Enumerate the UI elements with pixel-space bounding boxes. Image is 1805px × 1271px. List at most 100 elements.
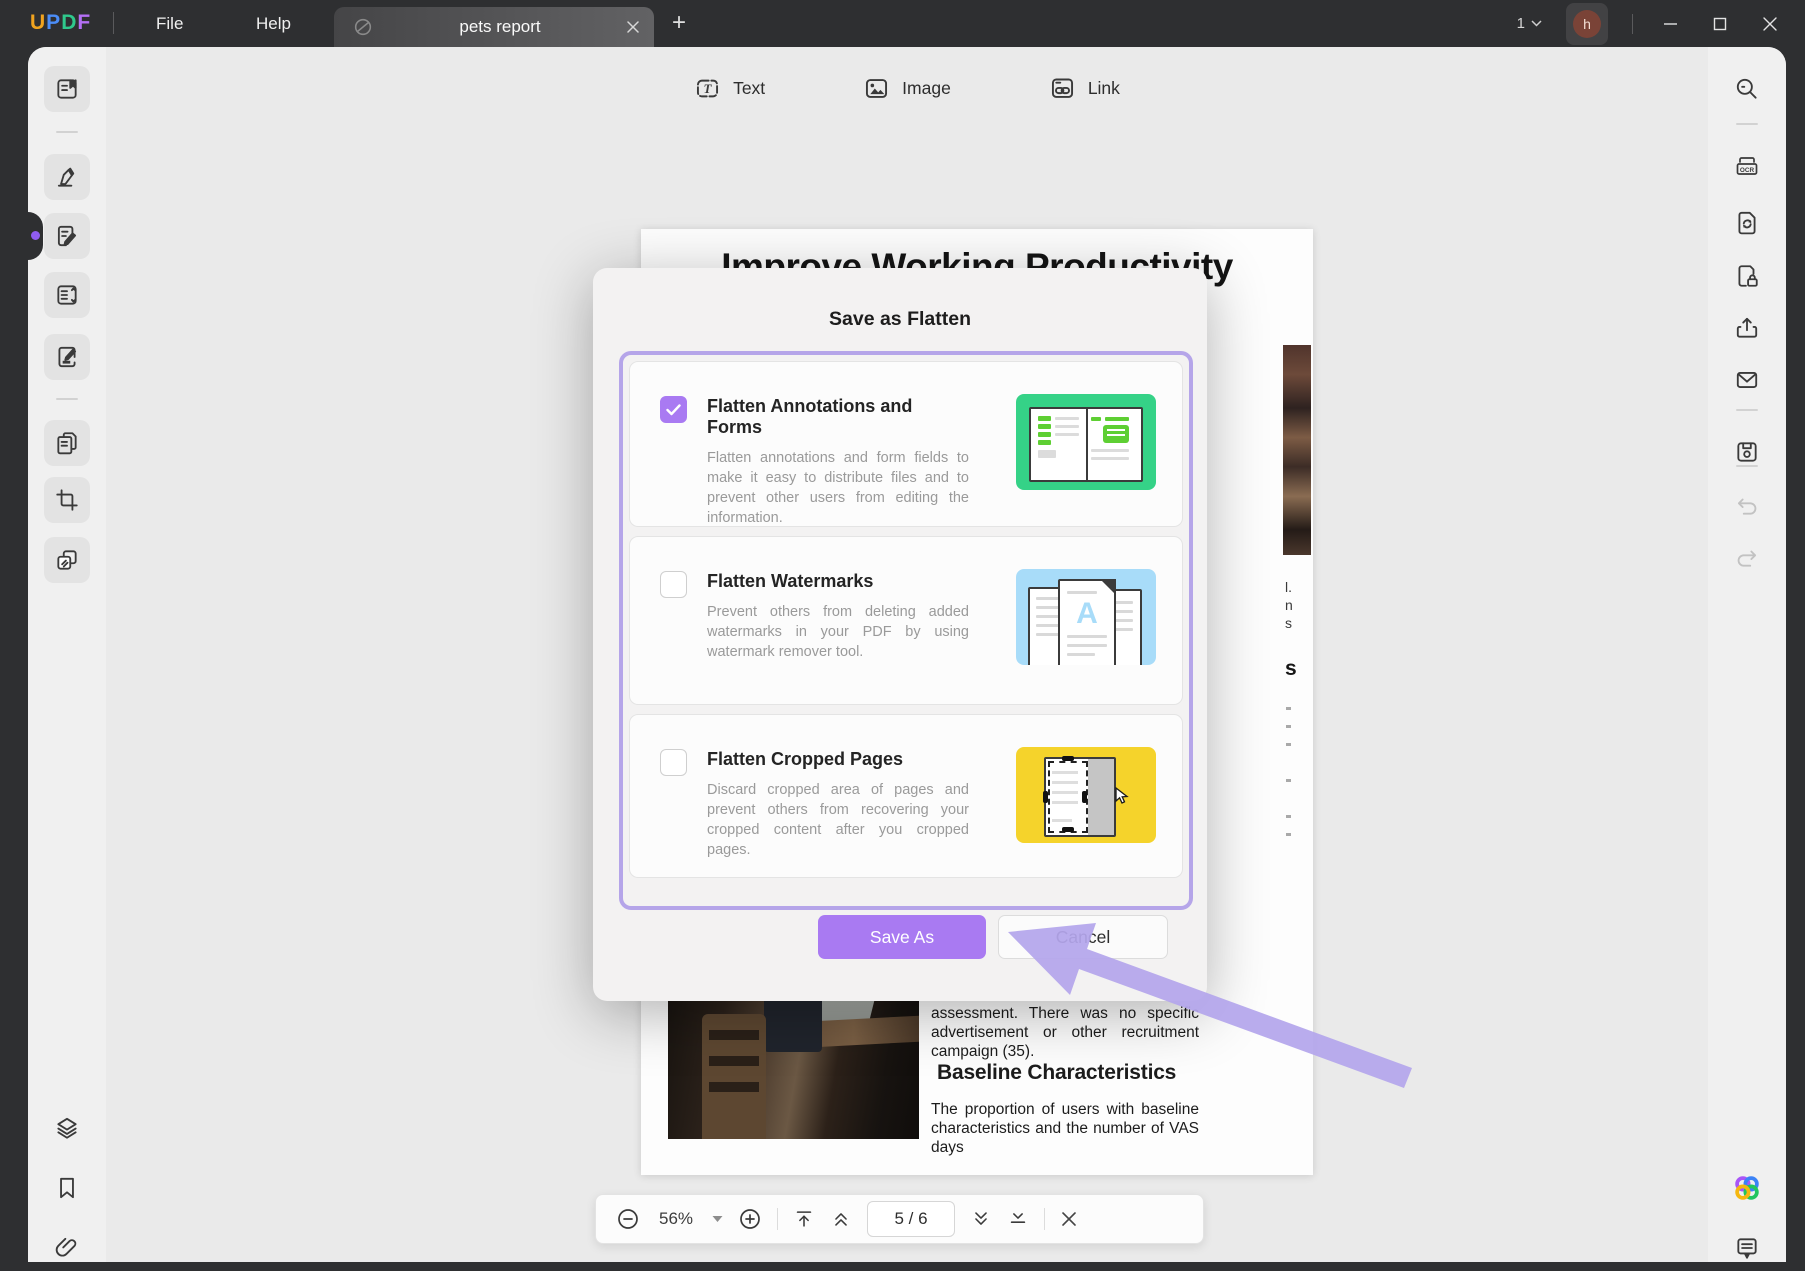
tab-close-icon[interactable] bbox=[626, 20, 640, 34]
flatten-annotations-checkbox[interactable] bbox=[660, 396, 687, 423]
page-navigation-toolbar: 56% 5 / 6 bbox=[595, 1194, 1204, 1244]
cropped-pages-illustration bbox=[1016, 747, 1156, 843]
option-flatten-annotations[interactable]: Flatten Annotations and Forms Flatten an… bbox=[629, 361, 1183, 527]
dialog-title: Save as Flatten bbox=[829, 308, 971, 330]
text-fragment: s bbox=[1285, 615, 1292, 631]
first-page-icon[interactable] bbox=[793, 1208, 815, 1230]
option-description: Prevent others from deleting added water… bbox=[707, 604, 969, 660]
last-page-icon[interactable] bbox=[1007, 1208, 1029, 1230]
option-title: Flatten Watermarks bbox=[707, 571, 874, 591]
share-icon[interactable] bbox=[1724, 305, 1770, 351]
option-flatten-watermarks[interactable]: Flatten Watermarks Prevent others from d… bbox=[629, 536, 1183, 705]
zoom-out-icon[interactable] bbox=[616, 1207, 640, 1231]
email-icon[interactable] bbox=[1724, 357, 1770, 403]
toolbar-divider bbox=[777, 1208, 778, 1230]
document-tab[interactable]: pets report bbox=[334, 7, 654, 47]
annotate-icon[interactable] bbox=[44, 154, 90, 200]
edit-icon[interactable] bbox=[44, 213, 90, 259]
text-tool-icon: T bbox=[697, 79, 719, 98]
image-tool[interactable]: Image bbox=[863, 75, 951, 102]
tab-pen-slash-icon bbox=[352, 16, 374, 38]
pages-copy-icon[interactable] bbox=[44, 420, 90, 466]
right-tool-rail: OCR bbox=[1708, 47, 1786, 1262]
chevron-down-icon bbox=[1531, 20, 1542, 27]
zoom-in-icon[interactable] bbox=[738, 1207, 762, 1231]
undo-icon[interactable] bbox=[1724, 483, 1770, 529]
new-tab-button[interactable]: + bbox=[672, 9, 686, 37]
menu-help[interactable]: Help bbox=[242, 0, 305, 47]
ai-assistant-icon[interactable] bbox=[1724, 1165, 1770, 1211]
edit-toolbar: T Text Image Link bbox=[106, 75, 1708, 102]
rail-divider bbox=[1736, 123, 1758, 125]
rail-divider bbox=[56, 398, 78, 400]
slideshow-icon[interactable] bbox=[44, 537, 90, 583]
flatten-cropped-pages-checkbox[interactable] bbox=[660, 749, 687, 776]
text-fragment bbox=[1286, 725, 1291, 728]
cancel-button[interactable]: Cancel bbox=[998, 915, 1168, 959]
active-tool-dot bbox=[31, 231, 40, 240]
dialog-options-group: Flatten Annotations and Forms Flatten an… bbox=[619, 351, 1193, 910]
maximize-button[interactable] bbox=[1707, 11, 1733, 37]
page-indicator[interactable]: 5 / 6 bbox=[867, 1201, 955, 1237]
previous-page-icon[interactable] bbox=[830, 1208, 852, 1230]
zoom-level[interactable]: 56% bbox=[655, 1209, 697, 1229]
redo-icon[interactable] bbox=[1724, 535, 1770, 581]
text-fragment bbox=[1286, 743, 1291, 746]
attachment-icon[interactable] bbox=[44, 1225, 90, 1271]
cursor-icon bbox=[1114, 786, 1130, 810]
text-fragment: n bbox=[1285, 597, 1293, 613]
layers-icon[interactable] bbox=[44, 1105, 90, 1151]
option-description: Flatten annotations and form fields to m… bbox=[707, 450, 969, 526]
text-fragment bbox=[1286, 707, 1291, 710]
text-tool[interactable]: T Text bbox=[694, 75, 765, 102]
rail-divider bbox=[1736, 465, 1758, 467]
bookmark-icon[interactable] bbox=[44, 1165, 90, 1211]
menu-file[interactable]: File bbox=[142, 0, 197, 47]
close-window-button[interactable] bbox=[1757, 11, 1783, 37]
svg-text:OCR: OCR bbox=[1740, 167, 1755, 174]
rail-divider bbox=[56, 131, 78, 133]
protect-icon[interactable] bbox=[1724, 253, 1770, 299]
save-icon[interactable] bbox=[1724, 429, 1770, 475]
titlebar-separator bbox=[113, 12, 114, 34]
feedback-icon[interactable] bbox=[1724, 1225, 1770, 1271]
close-toolbar-icon[interactable] bbox=[1060, 1210, 1078, 1228]
option-flatten-cropped-pages[interactable]: Flatten Cropped Pages Discard cropped ar… bbox=[629, 714, 1183, 878]
option-title: Flatten Cropped Pages bbox=[707, 749, 904, 769]
svg-text:T: T bbox=[704, 81, 713, 96]
toolbar-divider bbox=[1044, 1208, 1045, 1230]
search-icon[interactable] bbox=[1724, 66, 1770, 112]
zoom-dropdown-caret[interactable] bbox=[712, 1215, 723, 1223]
next-page-icon[interactable] bbox=[970, 1208, 992, 1230]
text-fragment bbox=[1286, 815, 1291, 818]
page-paragraph: assessment. There was no specific advert… bbox=[931, 1005, 1199, 1060]
text-fragment bbox=[1286, 779, 1291, 782]
updf-logo: UPDF bbox=[30, 11, 92, 34]
tab-title: pets report bbox=[459, 17, 541, 36]
convert-icon[interactable] bbox=[1724, 199, 1770, 245]
account-avatar[interactable]: h bbox=[1566, 2, 1608, 45]
watermarks-illustration: A bbox=[1016, 569, 1156, 665]
organize-icon[interactable] bbox=[44, 272, 90, 318]
save-as-button[interactable]: Save As bbox=[818, 915, 986, 959]
crop-icon[interactable] bbox=[44, 477, 90, 523]
rail-divider bbox=[1736, 409, 1758, 411]
annotations-illustration bbox=[1016, 394, 1156, 490]
save-as-flatten-dialog: Save as Flatten Flatten Annotations and … bbox=[593, 268, 1207, 1001]
page-paragraph: The proportion of users with baseline ch… bbox=[931, 1101, 1199, 1156]
page-photo-sliver bbox=[1283, 345, 1311, 555]
link-tool[interactable]: Link bbox=[1049, 75, 1120, 102]
text-fragment: s bbox=[1285, 657, 1297, 680]
reader-mode-icon[interactable] bbox=[44, 66, 90, 112]
page-heading: Baseline Characteristics bbox=[937, 1061, 1177, 1084]
titlebar: UPDF File Help pets report + 1 h bbox=[0, 0, 1805, 47]
window-separator bbox=[1632, 13, 1633, 34]
ocr-icon[interactable]: OCR bbox=[1724, 144, 1770, 190]
text-fragment: l. bbox=[1285, 579, 1292, 595]
option-title: Flatten Annotations and Forms bbox=[707, 396, 913, 437]
option-description: Discard cropped area of pages and preven… bbox=[707, 782, 969, 858]
sign-icon[interactable] bbox=[44, 334, 90, 380]
flatten-watermarks-checkbox[interactable] bbox=[660, 571, 687, 598]
document-count-dropdown[interactable]: 1 bbox=[1517, 15, 1542, 32]
minimize-button[interactable] bbox=[1657, 11, 1683, 37]
